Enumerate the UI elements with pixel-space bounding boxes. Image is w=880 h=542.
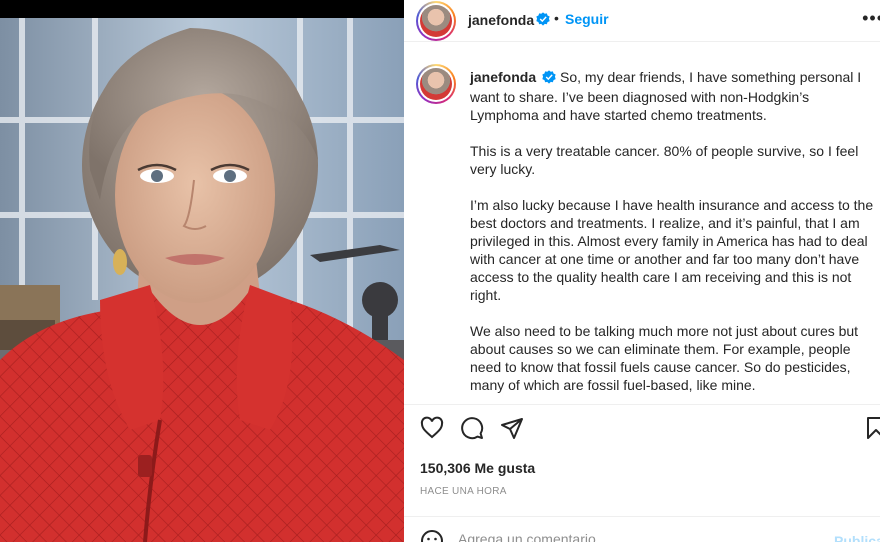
caption-avatar-image <box>420 68 452 100</box>
send-icon[interactable] <box>500 416 524 445</box>
caption-avatar[interactable] <box>416 64 456 104</box>
verified-badge-icon <box>536 12 550 31</box>
caption-section: janefonda So, my dear friends, I have so… <box>404 52 880 404</box>
avatar[interactable] <box>416 1 456 41</box>
caption-username-link[interactable]: janefonda <box>470 69 536 85</box>
post-photo[interactable] <box>0 0 404 542</box>
emoji-icon[interactable] <box>420 529 444 542</box>
caption-paragraph: I’m also lucky because I have health ins… <box>470 197 874 303</box>
bookmark-icon[interactable] <box>864 416 880 445</box>
comment-icon[interactable] <box>460 416 484 445</box>
caption-paragraph: janefonda So, my dear friends, I have so… <box>470 68 874 124</box>
divider <box>404 404 880 405</box>
caption-paragraph: This is a very treatable cancer. 80% of … <box>470 143 859 177</box>
caption-text: janefonda So, my dear friends, I have so… <box>470 68 874 404</box>
verified-badge-icon <box>542 70 556 88</box>
publish-button[interactable]: Publicar <box>834 533 880 542</box>
follow-button[interactable]: Seguir <box>565 11 609 27</box>
post-timestamp[interactable]: HACE UNA HORA <box>420 486 507 497</box>
username-link[interactable]: janefonda <box>468 12 534 28</box>
more-options-icon[interactable]: ••• <box>862 8 880 29</box>
heart-icon[interactable] <box>420 416 444 445</box>
comment-bar: Publicar <box>404 517 880 542</box>
comment-input[interactable] <box>458 531 818 542</box>
likes-count[interactable]: 150,306 Me gusta <box>420 460 535 476</box>
action-bar <box>404 416 880 446</box>
caption-paragraph: We also need to be talking much more not… <box>470 323 859 393</box>
post-details-panel: janefonda • Seguir ••• janefonda So, my … <box>404 0 880 542</box>
post-header: janefonda • Seguir ••• <box>404 0 880 42</box>
separator-dot: • <box>554 10 559 26</box>
avatar-image <box>420 5 452 37</box>
